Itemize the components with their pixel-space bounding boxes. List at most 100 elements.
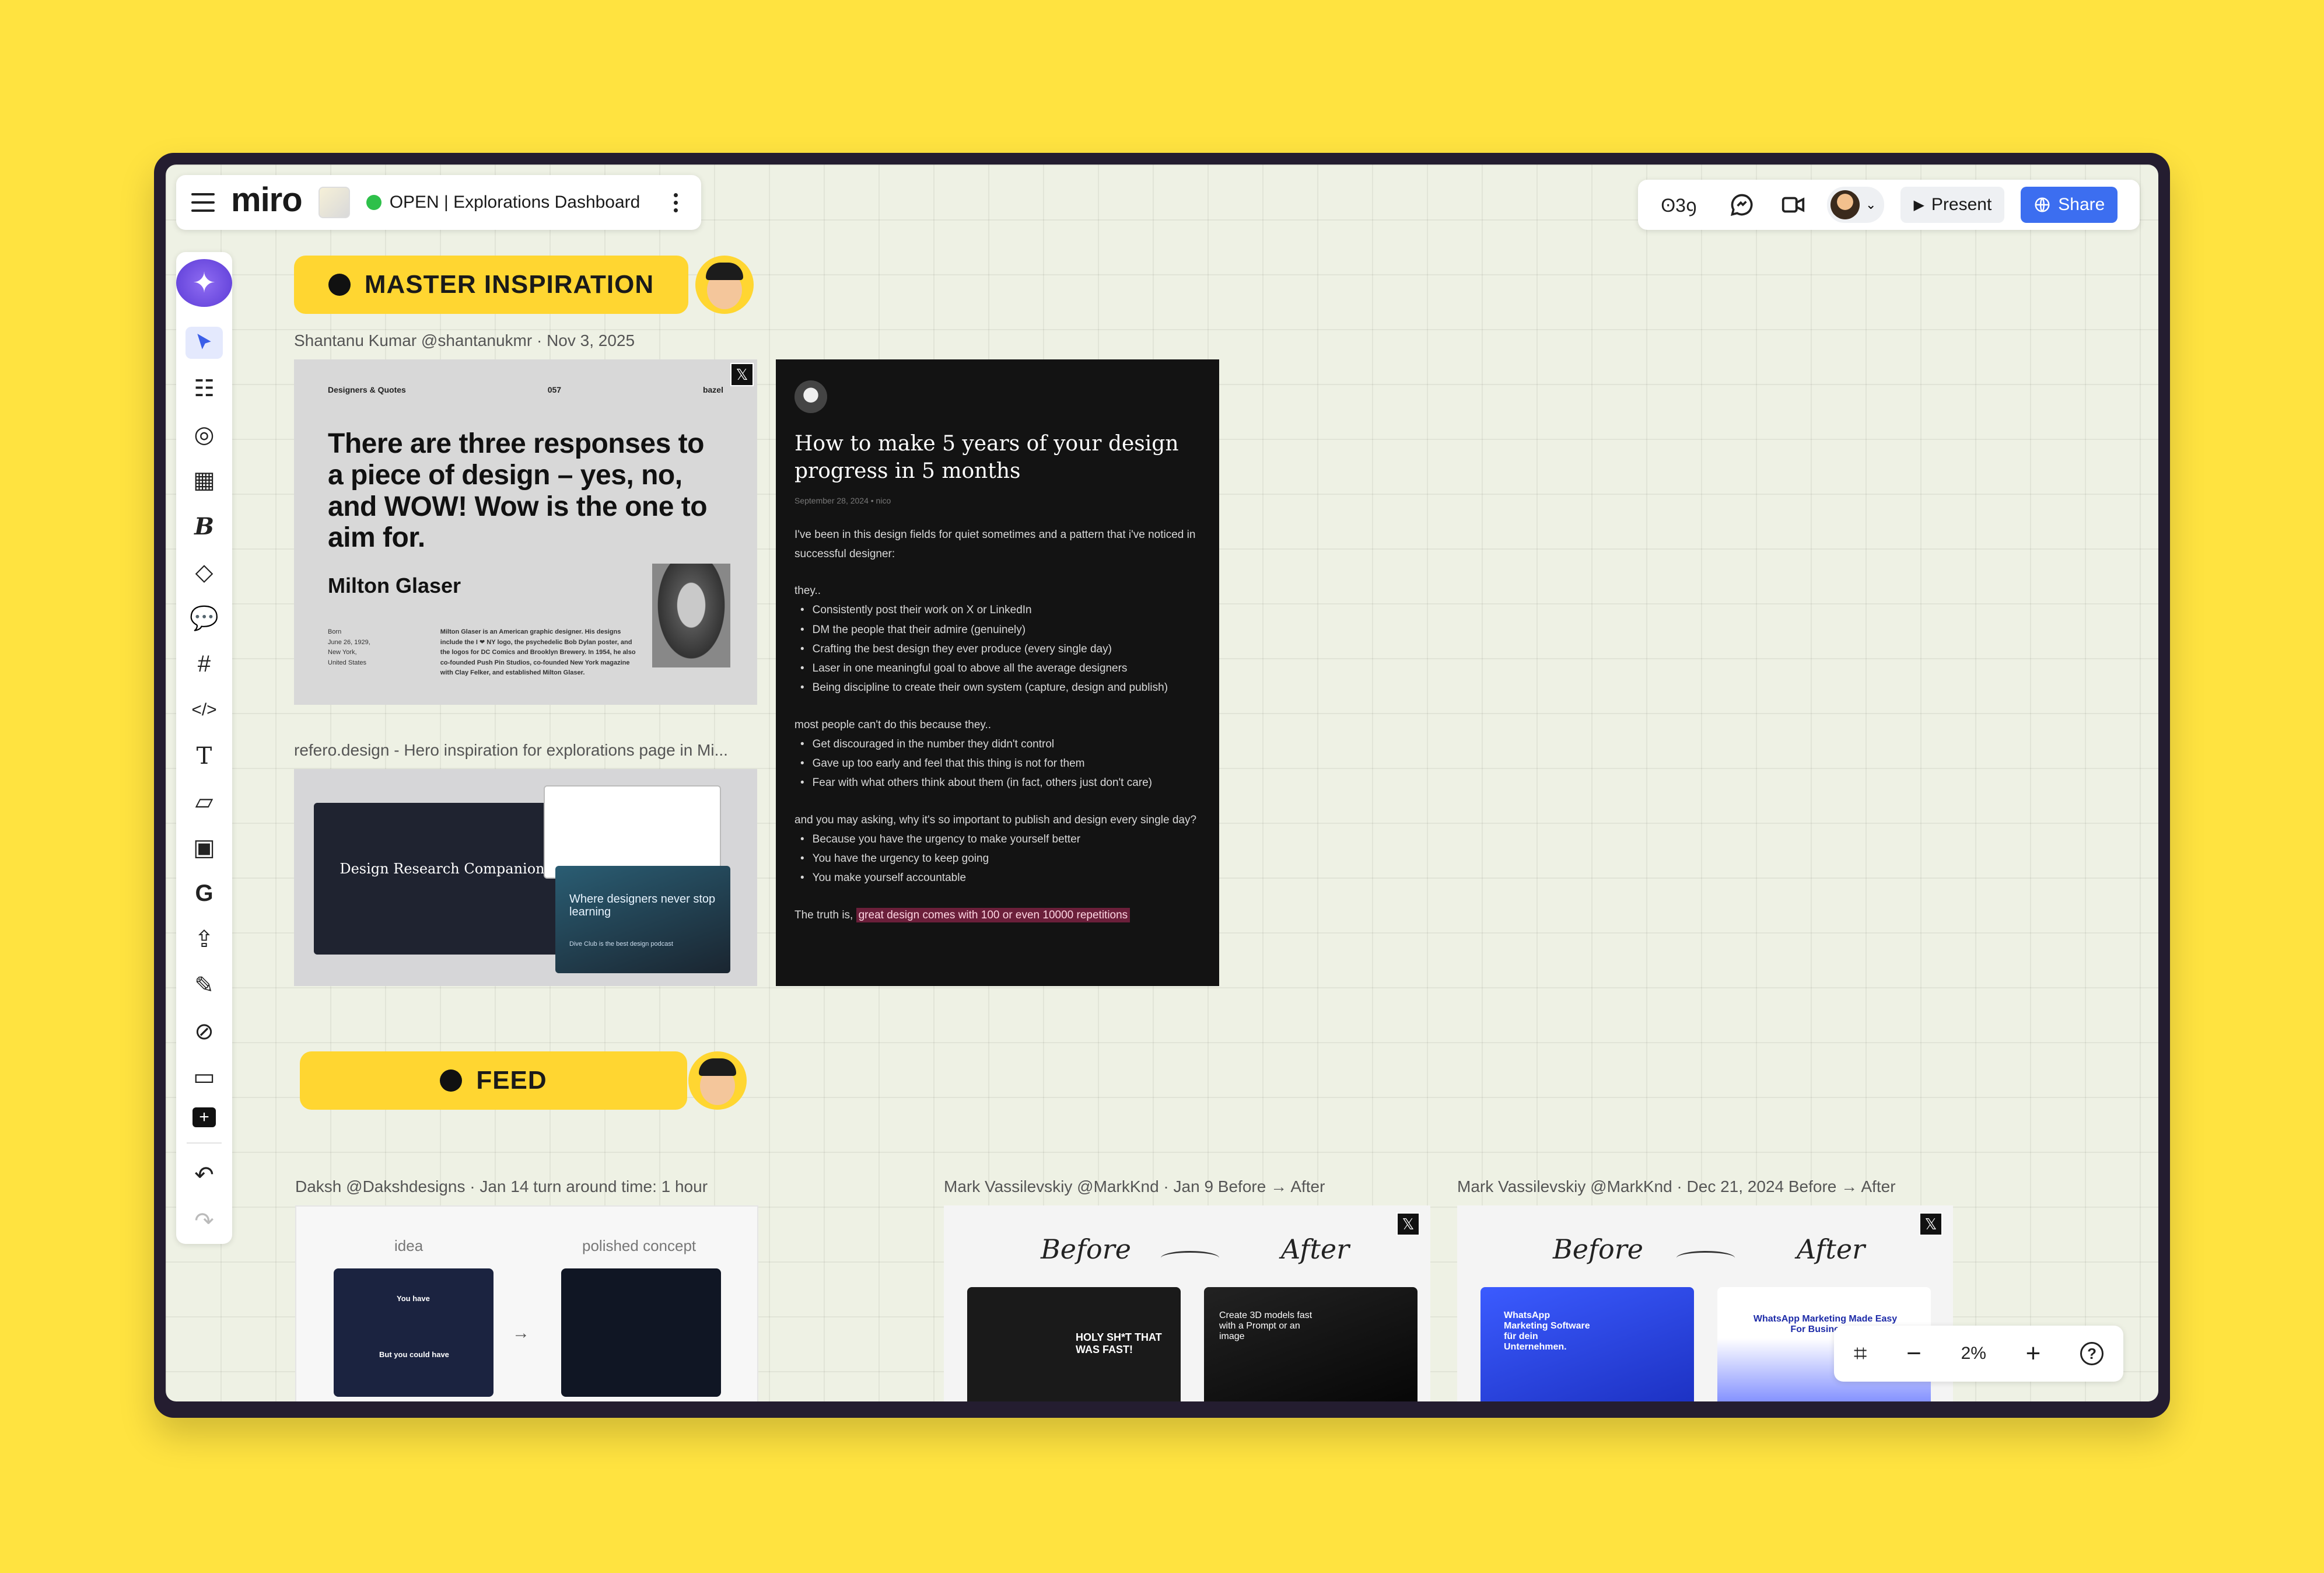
user-menu[interactable]: ⌄ — [1827, 187, 1885, 223]
undo-icon[interactable]: ↶ — [186, 1159, 223, 1191]
sparkle-icon[interactable]: ✦ — [176, 259, 232, 307]
before-label: Before — [1041, 1233, 1131, 1265]
collaboration-toolbar: ʘ3ꝯ ⌄ ▶ Present Share — [1638, 180, 2140, 230]
board-header: miro OPEN | Explorations Dashboard — [176, 175, 701, 230]
after-screenshot: Create 3D models fast with a Prompt or a… — [1204, 1287, 1418, 1401]
card-caption: Shantanu Kumar @shantanukmr · Nov 3, 202… — [294, 331, 635, 349]
series-label: Designers & Quotes — [328, 385, 406, 394]
card-caption: Mark Vassilevskiy @MarkKnd · Dec 21, 202… — [1457, 1177, 1896, 1196]
share-button[interactable]: Share — [2021, 187, 2118, 223]
quote-text: There are three responses to a piece of … — [328, 428, 708, 554]
curved-arrow-icon — [1676, 1251, 1735, 1265]
article-body: I've been in this design fields for quie… — [794, 525, 1200, 925]
after-label: After — [1281, 1233, 1350, 1265]
diveclub-screenshot: Where designers never stop learning Dive… — [555, 866, 730, 973]
creation-toolbar: ✦ ☷ ◎ ▦ B ◇ 💬 # </> T ▱ ▣ G ⇪ ✎ ⊘ ▭ + ↶ … — [176, 252, 232, 1244]
feed-card-daksh[interactable]: idea polished concept You have But you c… — [295, 1205, 758, 1401]
play-icon: ▶ — [1913, 197, 1924, 213]
code-icon[interactable]: </> — [186, 694, 223, 726]
list-item: You make yourself accountable — [794, 868, 1200, 887]
refero-screenshot: Design Research Companion — [314, 803, 570, 955]
pen-icon[interactable]: ✎ — [186, 970, 223, 1002]
chat-icon[interactable] — [1724, 187, 1759, 222]
board-canvas[interactable]: miro OPEN | Explorations Dashboard ʘ3ꝯ ⌄ — [166, 165, 2158, 1401]
image-icon[interactable]: ▣ — [186, 832, 223, 864]
list-item: Being discipline to create their own sys… — [794, 678, 1200, 697]
bullet-icon — [440, 1069, 463, 1092]
article-paragraph: and you may asking, why it's so importan… — [794, 813, 1197, 826]
frame-icon[interactable]: # — [186, 648, 223, 680]
x-logo-icon[interactable]: 𝕏 — [1396, 1212, 1420, 1236]
mindmap-icon[interactable]: ◎ — [186, 418, 223, 450]
arrow-right-icon: → — [512, 1323, 530, 1343]
explore-icon[interactable]: ⊘ — [186, 1015, 223, 1047]
zoom-in-button[interactable]: + — [2026, 1339, 2041, 1368]
avatar-sticker[interactable] — [695, 256, 754, 314]
section-title-master[interactable]: MASTER INSPIRATION — [294, 256, 688, 314]
help-icon[interactable]: ? — [2080, 1342, 2104, 1365]
x-logo-icon[interactable]: 𝕏 — [730, 363, 754, 386]
bullet-icon — [328, 274, 351, 296]
folder-icon[interactable]: ▭ — [186, 1061, 223, 1093]
list-item: DM the people that their admire (genuine… — [794, 620, 1200, 639]
article-paragraph: they.. — [794, 585, 821, 597]
label-polished: polished concept — [582, 1237, 696, 1254]
template-icon[interactable]: ▦ — [186, 464, 223, 497]
section-title-text: FEED — [476, 1066, 547, 1095]
board-title[interactable]: OPEN | Explorations Dashboard — [366, 193, 640, 212]
shapes-icon[interactable]: ◇ — [186, 556, 223, 588]
comment-icon[interactable]: 💬 — [186, 602, 223, 634]
board-thumbnail[interactable] — [318, 187, 350, 218]
shot-text: Create 3D models fast with a Prompt or a… — [1219, 1310, 1312, 1341]
miro-logo[interactable]: miro — [231, 180, 303, 219]
feed-card-mark-1[interactable]: Before After HOLY SH*T THAT WAS FAST! Cr… — [944, 1205, 1430, 1401]
after-label: After — [1797, 1233, 1866, 1265]
menu-icon[interactable] — [191, 193, 215, 212]
quote-card[interactable]: Designers & Quotes 057 bazel There are t… — [294, 359, 757, 705]
zoom-out-button[interactable]: − — [1906, 1339, 1922, 1368]
label-idea: idea — [394, 1237, 424, 1254]
present-button[interactable]: ▶ Present — [1901, 187, 2005, 223]
conclusion-highlight: great design comes with 100 or even 1000… — [856, 907, 1130, 922]
section-title-feed[interactable]: FEED — [300, 1051, 687, 1110]
list-item: Crafting the best design they ever produ… — [794, 639, 1200, 659]
series-number: 057 — [547, 385, 562, 394]
born-place: New York, — [328, 649, 357, 656]
upload-icon[interactable]: ⇪ — [186, 924, 223, 956]
reactions-icon[interactable]: ʘ3ꝯ — [1650, 187, 1708, 222]
diveclub-title: Where designers never stop learning — [569, 893, 716, 918]
refero-title: Design Research Companion — [340, 861, 545, 877]
list-item: Get discouraged in the number they didn'… — [794, 735, 1200, 754]
doc-add-icon[interactable]: ☷ — [186, 373, 223, 405]
list-item: Gave up too early and feel that this thi… — [794, 754, 1200, 773]
google-icon[interactable]: G — [186, 878, 223, 910]
diveclub-sub: Dive Club is the best design podcast — [569, 941, 673, 948]
shot-text: But you could have — [379, 1350, 449, 1359]
before-screenshot: HOLY SH*T THAT WAS FAST! — [967, 1287, 1181, 1401]
redo-icon[interactable]: ↷ — [186, 1205, 223, 1237]
polished-screenshot — [561, 1268, 721, 1397]
cursor-icon[interactable] — [186, 327, 223, 359]
x-logo-icon[interactable]: 𝕏 — [1919, 1212, 1943, 1236]
video-icon[interactable] — [1776, 187, 1811, 222]
born-date: June 26, 1929, — [328, 638, 370, 646]
brand-label: bazel — [702, 385, 723, 394]
avatar-sticker[interactable] — [688, 1051, 747, 1110]
refero-card[interactable]: Design Research Companion Where designer… — [294, 769, 757, 986]
sticky-note-icon[interactable]: ▱ — [186, 786, 223, 818]
curved-arrow-icon — [1161, 1251, 1219, 1265]
list-item: Because you have the urgency to make you… — [794, 830, 1200, 849]
before-screenshot: WhatsApp Marketing Software für dein Unt… — [1480, 1287, 1694, 1401]
fit-frame-icon[interactable]: ⌗ — [1854, 1341, 1867, 1367]
zoom-level[interactable]: 2% — [1961, 1344, 1986, 1364]
article-list: Because you have the urgency to make you… — [794, 830, 1200, 888]
more-tools-icon[interactable]: + — [192, 1107, 216, 1127]
more-options-icon[interactable] — [674, 193, 678, 212]
article-conclusion: The truth is, great design comes with 10… — [794, 906, 1200, 925]
author-bio: Milton Glaser is an American graphic des… — [440, 628, 636, 677]
text-icon[interactable]: T — [186, 740, 223, 772]
zoom-controls: ⌗ − 2% + ? — [1834, 1326, 2123, 1382]
brand-icon[interactable]: B — [186, 511, 223, 543]
article-card[interactable]: How to make 5 years of your design progr… — [776, 359, 1219, 986]
article-paragraph: I've been in this design fields for quie… — [794, 528, 1196, 560]
